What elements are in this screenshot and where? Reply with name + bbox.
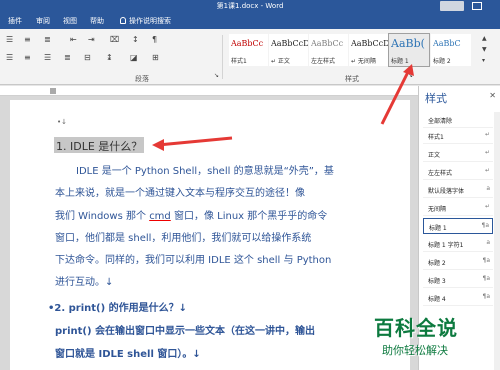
arrow-head-heading bbox=[152, 139, 164, 151]
arrow-to-heading bbox=[157, 136, 233, 147]
arrow-to-style-tile bbox=[380, 71, 410, 125]
watermark-logo: 百科全说 助你轻松解决 bbox=[368, 310, 500, 370]
watermark-subtitle: 助你轻松解决 bbox=[382, 344, 448, 357]
watermark-title: 百科全说 bbox=[374, 316, 458, 340]
